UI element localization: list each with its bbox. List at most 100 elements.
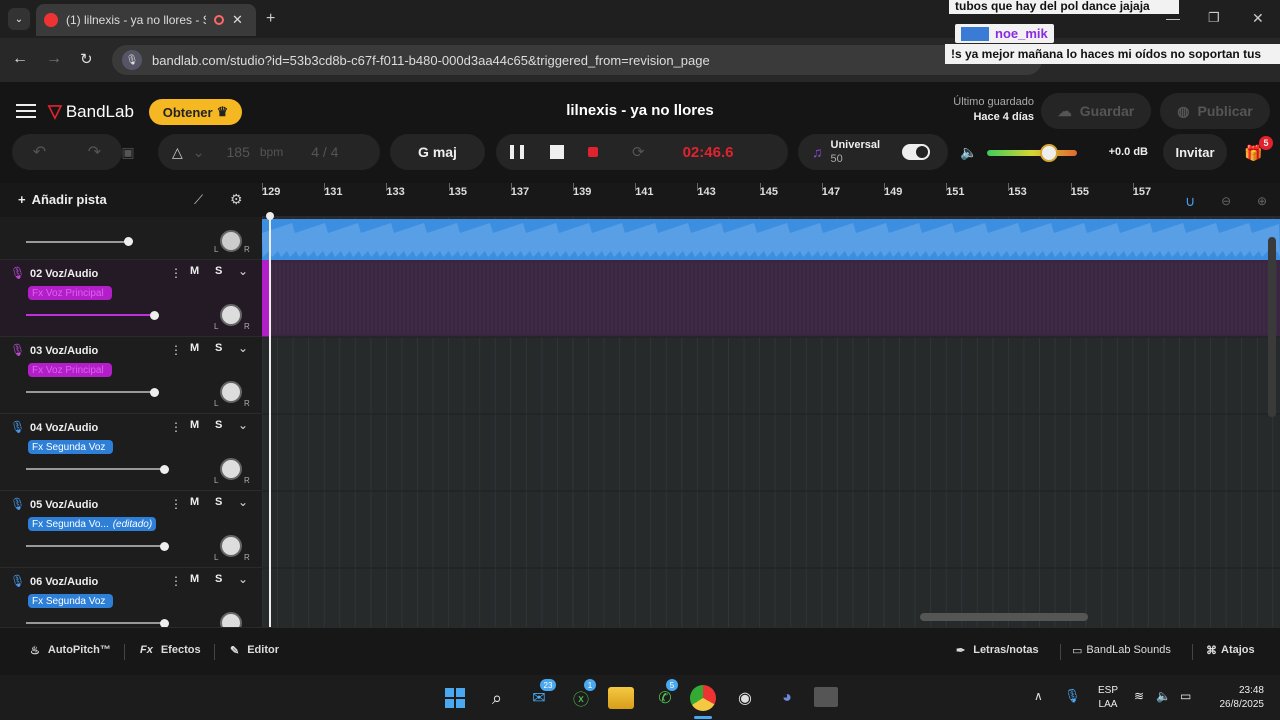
wifi-icon[interactable]: ≋ — [1134, 689, 1144, 703]
chevron-down-icon[interactable]: ⌄ — [238, 418, 248, 432]
volume-slider[interactable] — [26, 468, 164, 470]
speaker-icon[interactable]: 🔈 — [960, 144, 977, 161]
project-title[interactable]: lilnexis - ya no llores — [540, 102, 740, 119]
editor-button[interactable]: ✎ Editor — [230, 644, 279, 657]
volume-tray-icon[interactable]: 🔈 — [1156, 689, 1171, 703]
metronome-icon[interactable]: △ — [172, 144, 183, 161]
volume-handle[interactable] — [160, 542, 169, 551]
pan-knob[interactable] — [220, 458, 242, 480]
stop-icon[interactable] — [550, 145, 564, 159]
windows-start-icon[interactable] — [440, 683, 470, 713]
reload-icon[interactable]: ↻ — [80, 50, 93, 68]
close-tab-icon[interactable]: ✕ — [232, 12, 243, 28]
clock[interactable]: 23:48 26/8/2025 — [1204, 684, 1265, 712]
search-icon[interactable]: ⌕ — [482, 683, 512, 713]
horizontal-scrollbar[interactable] — [920, 613, 1088, 621]
obs-icon[interactable]: ◉ — [730, 683, 760, 713]
timeline-ruler[interactable]: 129 131 133 135 137 139 141 143 145 147 149 151 153 1… — [262, 183, 1280, 217]
pause-icon[interactable] — [510, 145, 524, 159]
chevron-down-icon[interactable]: ⌄ — [238, 572, 248, 586]
mute-button[interactable]: M — [190, 496, 199, 508]
vertical-scrollbar[interactable] — [1268, 237, 1276, 417]
volume-slider[interactable] — [26, 314, 154, 316]
track-name[interactable]: 03 Voz/Audio — [30, 345, 98, 357]
window-app-icon[interactable] — [814, 687, 838, 707]
mute-button[interactable]: M — [190, 419, 199, 431]
volume-slider[interactable] — [26, 241, 130, 243]
time-signature[interactable]: 4 / 4 — [311, 144, 338, 160]
file-explorer-icon[interactable] — [608, 687, 634, 709]
menu-icon[interactable] — [16, 104, 36, 118]
master-volume-slider[interactable] — [987, 150, 1077, 156]
key-selector[interactable]: G maj — [390, 134, 485, 170]
fx-preset-chip[interactable]: Fx Segunda Voz — [28, 594, 114, 608]
chevron-down-icon[interactable]: ⌄ — [238, 341, 248, 355]
chrome-icon[interactable] — [690, 685, 716, 711]
fx-preset-chip[interactable]: Fx Segunda Vo... (editado) — [28, 517, 157, 531]
track-header[interactable]: 🎙06 Voz/Audio⋮MS⌄Fx Segunda VozLR — [0, 568, 262, 627]
arrange-area[interactable] — [262, 217, 1280, 627]
language-indicator[interactable]: ESP LAA — [1094, 684, 1122, 712]
track-name[interactable]: 02 Voz/Audio — [30, 268, 98, 280]
track-menu-icon[interactable]: ⋮ — [170, 497, 182, 511]
fx-preset-chip[interactable]: Fx Segunda Voz — [28, 440, 114, 454]
track-menu-icon[interactable]: ⋮ — [170, 574, 182, 588]
track-menu-icon[interactable]: ⋮ — [170, 266, 182, 280]
fx-preset-chip[interactable]: Fx Voz Principal — [28, 363, 112, 377]
track-menu-icon[interactable]: ⋮ — [170, 343, 182, 357]
bandlab-sounds-button[interactable]: ▭ BandLab Sounds — [1072, 644, 1171, 657]
pan-knob[interactable] — [220, 612, 242, 627]
site-info-icon[interactable]: 🎙 — [122, 50, 142, 70]
forward-icon[interactable]: → — [46, 50, 62, 68]
automation-icon[interactable]: ⟋ — [194, 192, 203, 208]
universal-toggle[interactable] — [902, 144, 931, 160]
autopitch-button[interactable]: ♨ AutoPitch™ — [30, 644, 111, 657]
browser-tab[interactable]: (1) lilnexis - ya no llores - S ✕ — [36, 4, 256, 36]
back-icon[interactable]: ← — [12, 50, 28, 68]
effects-button[interactable]: Fx Efectos — [140, 644, 201, 656]
chevron-up-icon[interactable]: ∧ — [1034, 689, 1043, 703]
zoom-in-icon[interactable]: ⊕ — [1257, 194, 1267, 208]
pan-knob[interactable] — [220, 304, 242, 326]
new-tab-icon[interactable]: + — [266, 10, 275, 28]
universal-preset-group[interactable]: ♫ Universal 50 — [798, 134, 948, 170]
volume-slider[interactable] — [26, 622, 164, 624]
solo-button[interactable]: S — [215, 496, 222, 508]
microphone-tray-icon[interactable]: 🎙 — [1064, 688, 1081, 704]
track-menu-icon[interactable]: ⋮ — [170, 420, 182, 434]
invite-button[interactable]: Invitar — [1163, 134, 1227, 170]
volume-handle[interactable] — [150, 388, 159, 397]
lyrics-button[interactable]: ✒ Letras/notas — [956, 644, 1039, 657]
track-name[interactable]: 06 Voz/Audio — [30, 576, 98, 588]
zoom-out-icon[interactable]: ⊖ — [1221, 194, 1231, 208]
track-name[interactable]: 05 Voz/Audio — [30, 499, 98, 511]
solo-button[interactable]: S — [215, 265, 222, 277]
metronome-dropdown-icon[interactable]: ⌄ — [193, 144, 205, 161]
tab-list-icon[interactable]: ⌄ — [8, 8, 30, 30]
pan-knob[interactable] — [220, 230, 242, 252]
add-track-button[interactable]: + Añadir pista — [18, 192, 107, 207]
pan-knob[interactable] — [220, 535, 242, 557]
master-volume-handle[interactable] — [1040, 144, 1059, 162]
track-name[interactable]: 04 Voz/Audio — [30, 422, 98, 434]
shortcuts-button[interactable]: ⌘ Atajos — [1206, 644, 1255, 657]
mute-button[interactable]: M — [190, 573, 199, 585]
chevron-down-icon[interactable]: ⌄ — [238, 495, 248, 509]
solo-button[interactable]: S — [215, 573, 222, 585]
chevron-down-icon[interactable]: ⌄ — [238, 264, 248, 278]
volume-handle[interactable] — [160, 619, 169, 627]
record-icon[interactable] — [588, 147, 598, 157]
bpm-value[interactable]: 185 — [227, 144, 250, 160]
discord-icon[interactable]: ◕ — [772, 683, 802, 713]
mute-button[interactable]: M — [190, 342, 199, 354]
volume-handle[interactable] — [160, 465, 169, 474]
volume-handle[interactable] — [150, 311, 159, 320]
playhead[interactable] — [269, 214, 271, 627]
bandlab-logo[interactable]: ▽ BandLab — [48, 101, 134, 122]
track-header[interactable]: 🎙 02 Voz/Audio ⋮ M S ⌄ Fx Voz Principal L R — [0, 260, 262, 337]
mute-button[interactable]: M — [190, 265, 199, 277]
volume-slider[interactable] — [26, 545, 164, 547]
volume-slider[interactable] — [26, 391, 154, 393]
track-header[interactable]: 🎙 03 Voz/Audio ⋮ M S ⌄ Fx Voz Principal L R — [0, 337, 262, 414]
volume-handle[interactable] — [124, 237, 133, 246]
